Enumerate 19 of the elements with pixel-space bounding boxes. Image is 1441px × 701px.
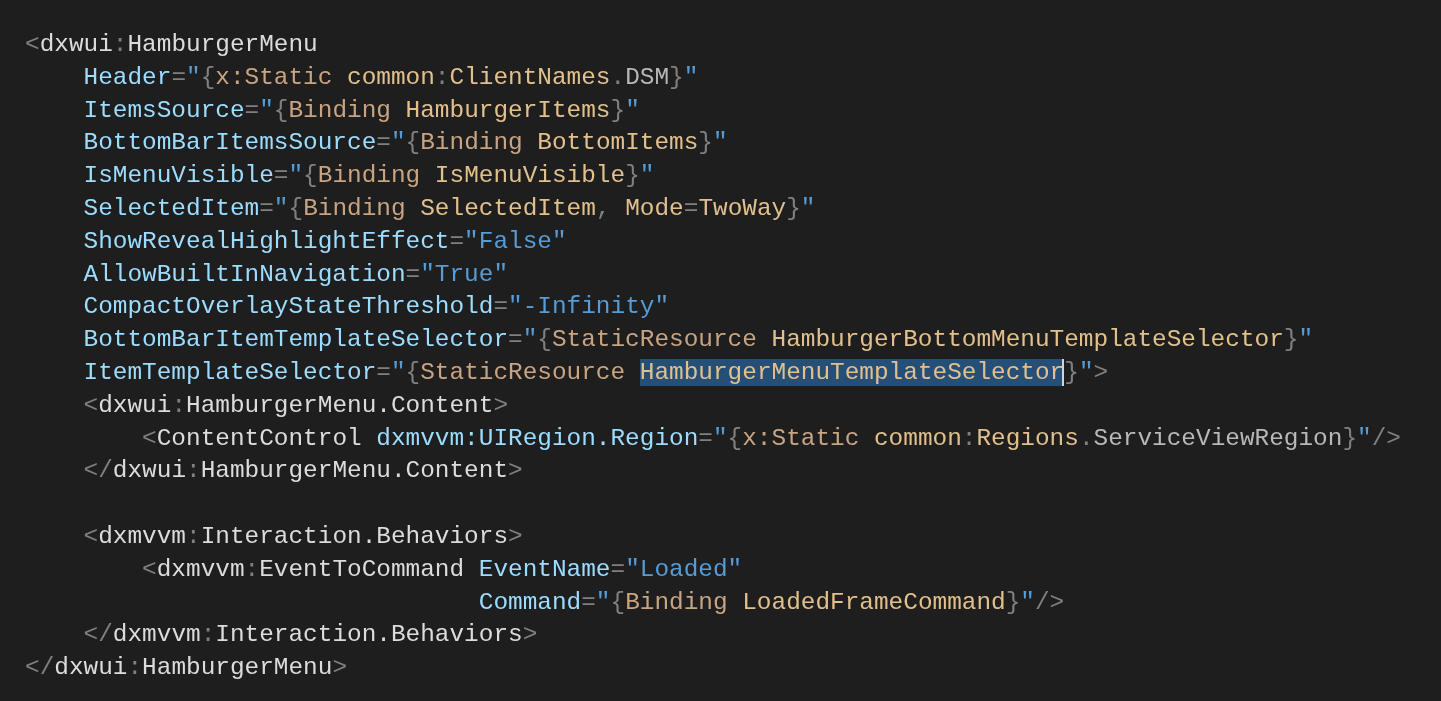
- code-line: Header="{x:Static common:ClientNames.DSM}": [82, 62, 700, 93]
- code-line: AllowBuiltInNavigation="True": [82, 259, 510, 290]
- code-line: <ContentControl dxmvvm:UIRegion.Region="{x:Static common:Regions.ServiceViewRegion}"/>: [141, 423, 1402, 454]
- code-line: </dxmvvm:Interaction.Behaviors>: [82, 620, 539, 651]
- code-line: </dxwui:HamburgerMenu.Content>: [82, 456, 524, 487]
- code-line: <dxwui:HamburgerMenu.Content>: [82, 390, 510, 421]
- code-line: <dxmvvm:Interaction.Behaviors>: [82, 521, 524, 552]
- code-line: </dxwui:HamburgerMenu>: [25, 653, 349, 684]
- code-line: <dxmvvm:EventToCommand EventName="Loaded": [141, 554, 744, 585]
- code-line: ItemsSource="{Binding HamburgerItems}": [82, 95, 641, 126]
- code-line: BottomBarItemTemplateSelector="{StaticResource HamburgerBottomMenuTemplateSelector}": [82, 325, 1315, 356]
- code-line: BottomBarItemsSource="{Binding BottomItems}": [82, 128, 729, 159]
- code-line: IsMenuVisible="{Binding IsMenuVisible}": [82, 161, 656, 192]
- code-line: SelectedItem="{Binding SelectedItem, Mode=TwoWay}": [82, 194, 817, 224]
- code-line: <dxwui:HamburgerMenu: [25, 30, 319, 60]
- code-line: Command="{Binding LoadedFrameCommand}"/>: [477, 587, 1066, 618]
- code-line: ItemTemplateSelector="{StaticResource HamburgerMenuTemplateSelector}">: [82, 357, 1110, 388]
- code-line: ShowRevealHighlightEffect="False": [82, 226, 568, 257]
- code-line: CompactOverlayStateThreshold="-Infinity": [82, 292, 671, 323]
